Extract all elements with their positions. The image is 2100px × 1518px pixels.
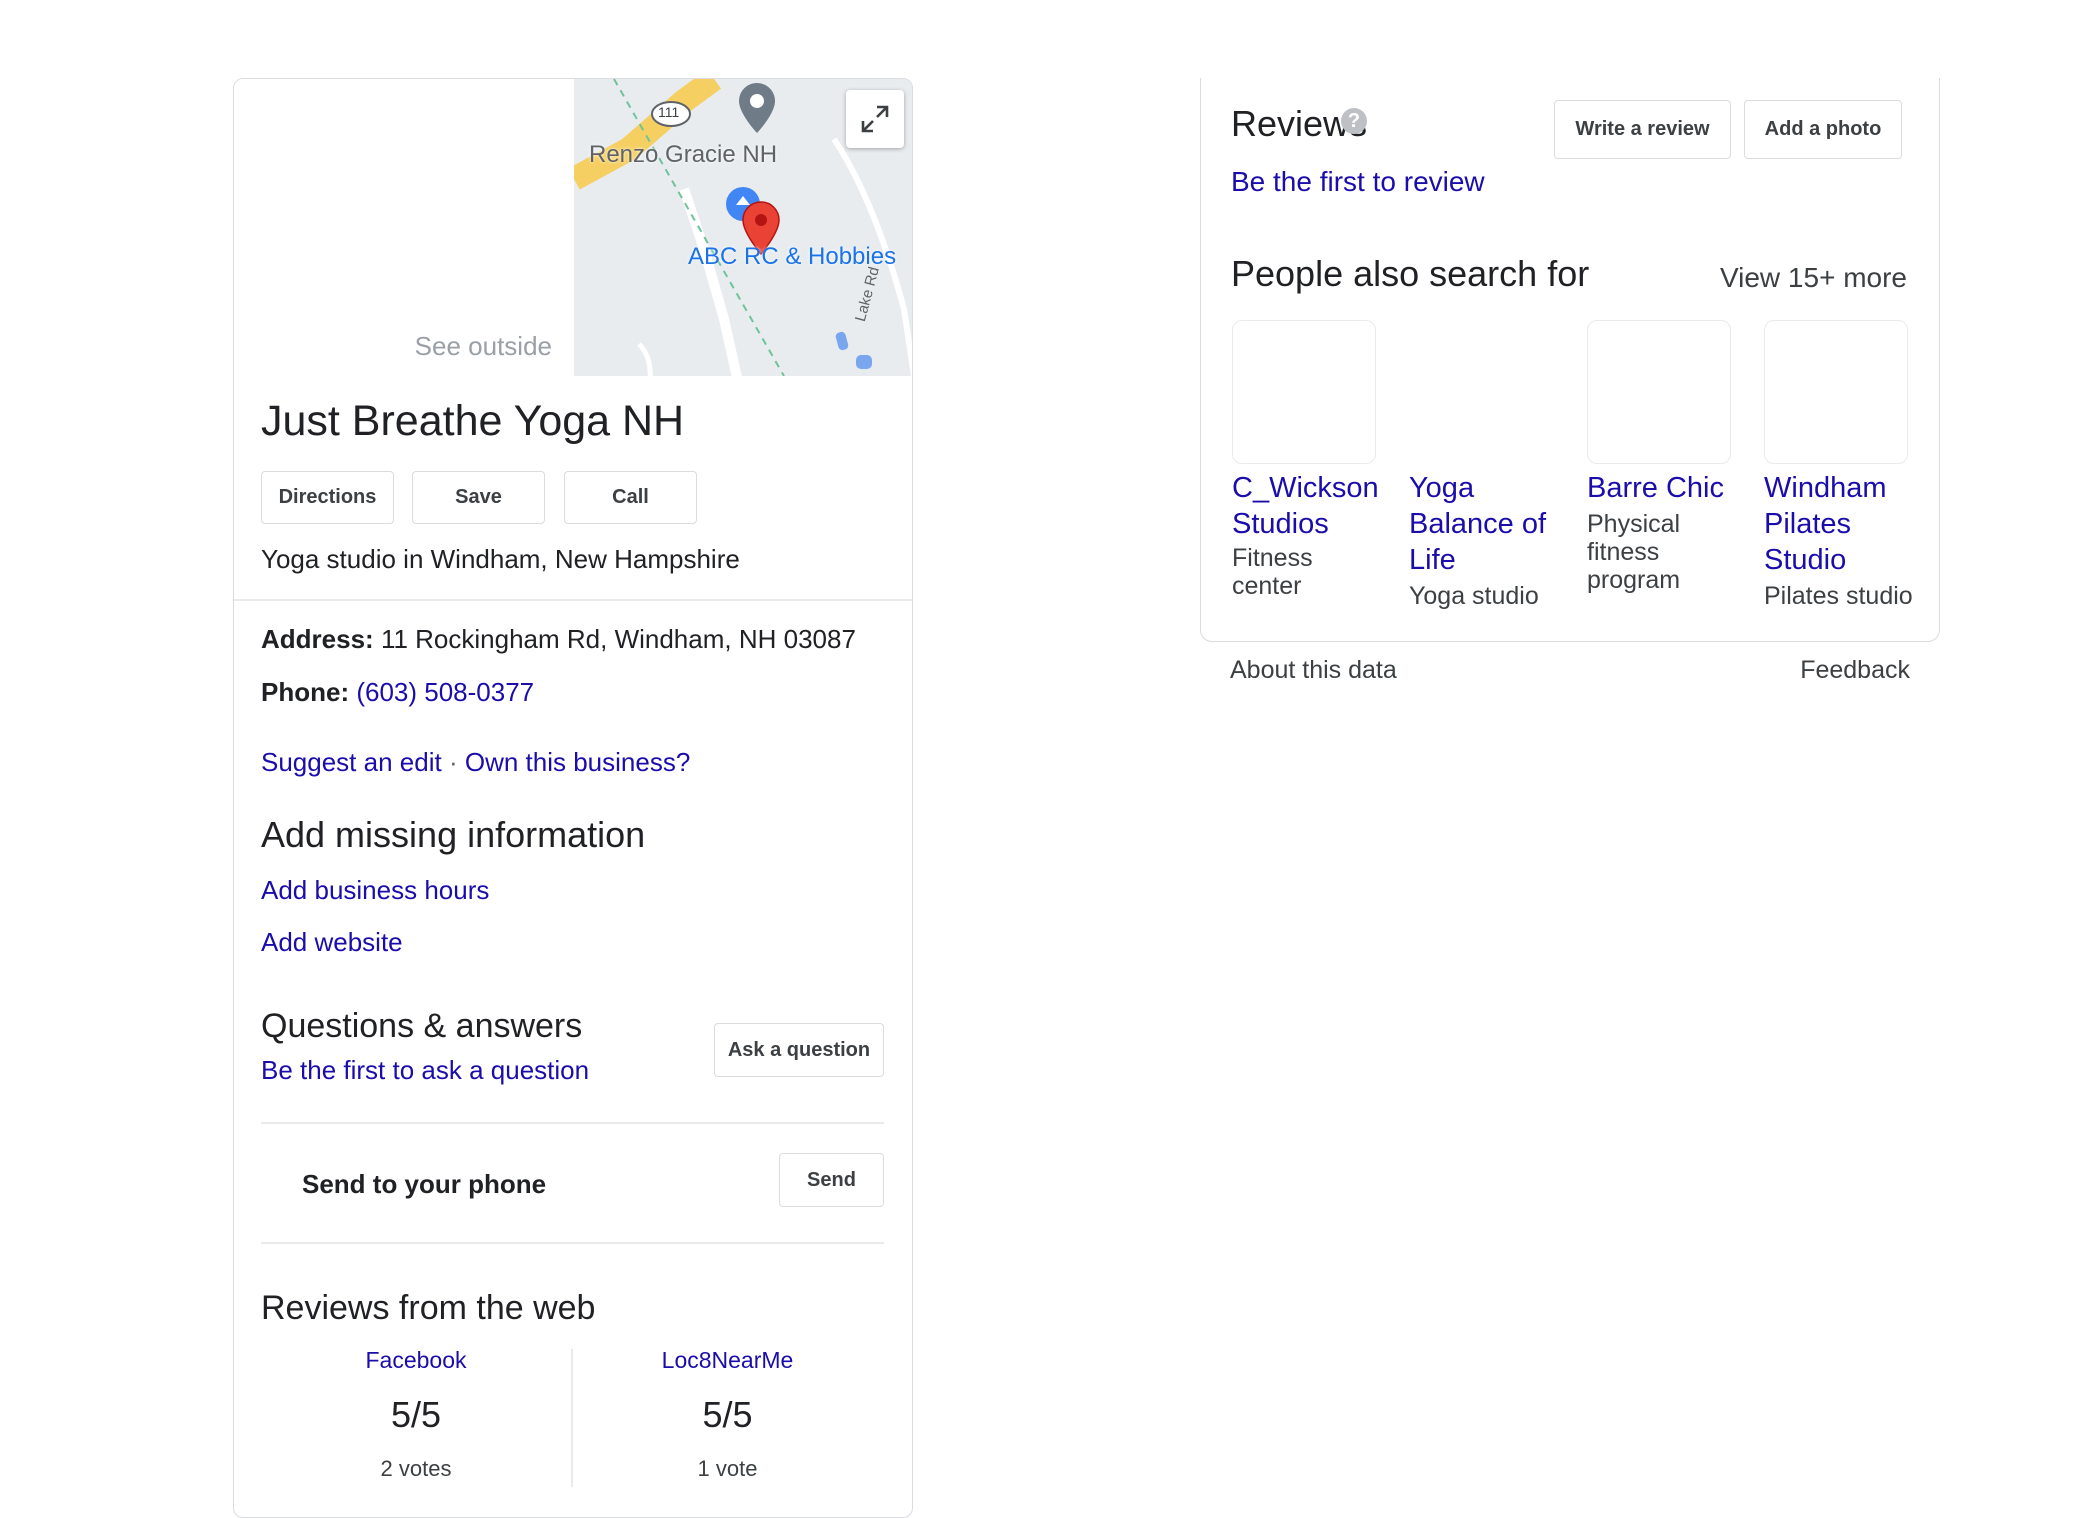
- first-review-link[interactable]: Be the first to review: [1231, 166, 1485, 198]
- suggest-edit-link[interactable]: Suggest an edit: [261, 747, 442, 777]
- web-review-votes: 1 vote: [697, 1456, 758, 1481]
- phone-link[interactable]: (603) 508-0377: [356, 677, 534, 707]
- web-review-source-link[interactable]: Loc8NearMe: [571, 1347, 884, 1374]
- search-item-name[interactable]: Windham Pilates Studio: [1764, 470, 1914, 578]
- section-divider: [234, 599, 912, 601]
- missing-info-title: Add missing information: [261, 814, 646, 855]
- phone-row: Phone: (603) 508-0377: [261, 677, 534, 708]
- map-label-renzo: Renzo Gracie NH: [589, 141, 778, 168]
- ask-first-link[interactable]: Be the first to ask a question: [261, 1055, 589, 1086]
- search-item-name[interactable]: Barre Chic: [1587, 470, 1737, 506]
- search-item-category: Yoga studio: [1409, 582, 1539, 610]
- help-icon[interactable]: ?: [1341, 108, 1367, 134]
- search-item-category: Physical fitness program: [1587, 510, 1681, 594]
- search-item-thumbnail[interactable]: [1587, 320, 1731, 464]
- address-label: Address:: [261, 624, 374, 654]
- search-item-category: Pilates studio: [1764, 582, 1913, 610]
- section-divider: [261, 1242, 884, 1244]
- business-photo[interactable]: See outside: [234, 79, 574, 376]
- web-review-loc8nearme: Loc8NearMe 5/5 1 vote: [571, 1347, 884, 1487]
- business-panel: See outside 111 Renzo Gracie NH ABC RC &…: [233, 78, 913, 1518]
- search-item-thumbnail[interactable]: [1764, 320, 1908, 464]
- web-review-source-link[interactable]: Facebook: [261, 1347, 571, 1374]
- web-review-votes: 2 votes: [380, 1456, 452, 1481]
- send-to-phone-label: Send to your phone: [302, 1169, 547, 1199]
- add-website-link[interactable]: Add website: [261, 927, 403, 958]
- web-review-score: 5/5: [702, 1394, 753, 1435]
- view-more-link[interactable]: View 15+ more: [1720, 262, 1907, 294]
- add-hours-link[interactable]: Add business hours: [261, 875, 489, 906]
- web-review-score: 5/5: [390, 1394, 442, 1435]
- web-review-facebook: Facebook 5/5 2 votes: [261, 1347, 571, 1487]
- phone-label: Phone:: [261, 677, 350, 707]
- feedback-link[interactable]: Feedback: [1800, 656, 1910, 685]
- see-outside-label: See outside: [414, 331, 552, 361]
- own-business-link[interactable]: Own this business?: [465, 747, 690, 777]
- address-row: Address: 11 Rockingham Rd, Windham, NH 0…: [261, 624, 856, 655]
- add-photo-button[interactable]: Add a photo: [1744, 100, 1902, 159]
- place-pin-icon: [739, 83, 775, 133]
- directions-button[interactable]: Directions: [261, 471, 394, 524]
- about-data-link[interactable]: About this data: [1230, 656, 1397, 685]
- search-item-thumbnail[interactable]: [1232, 320, 1376, 464]
- expand-map-button[interactable]: [846, 90, 904, 148]
- address-value: 11 Rockingham Rd, Windham, NH 03087: [380, 624, 856, 654]
- search-item-name[interactable]: C_Wickson Studios: [1232, 470, 1382, 542]
- link-separator: ·: [448, 747, 458, 777]
- write-review-button[interactable]: Write a review: [1554, 100, 1731, 159]
- save-button[interactable]: Save: [412, 471, 545, 524]
- section-divider: [261, 1122, 884, 1124]
- search-item-name[interactable]: Yoga Balance of Life: [1409, 470, 1559, 578]
- route-shield-number: 111: [658, 104, 680, 120]
- business-category: Yoga studio in Windham, New Hampshire: [261, 544, 740, 574]
- search-item-category: Fitness center: [1232, 544, 1313, 600]
- edit-links-row: Suggest an edit · Own this business?: [261, 747, 690, 778]
- qa-title: Questions & answers: [261, 1007, 583, 1045]
- ask-question-button[interactable]: Ask a question: [714, 1023, 884, 1077]
- web-reviews-title: Reviews from the web: [261, 1289, 596, 1327]
- business-name: Just Breathe Yoga NH: [261, 397, 685, 445]
- people-also-search-title: People also search for: [1231, 253, 1590, 294]
- call-button[interactable]: Call: [564, 471, 697, 524]
- reviews-panel: Reviews ? Be the first to review Write a…: [1200, 78, 1940, 642]
- help-icon-glyph: ?: [1347, 109, 1361, 132]
- send-button[interactable]: Send: [779, 1153, 884, 1207]
- expand-icon: [861, 105, 889, 133]
